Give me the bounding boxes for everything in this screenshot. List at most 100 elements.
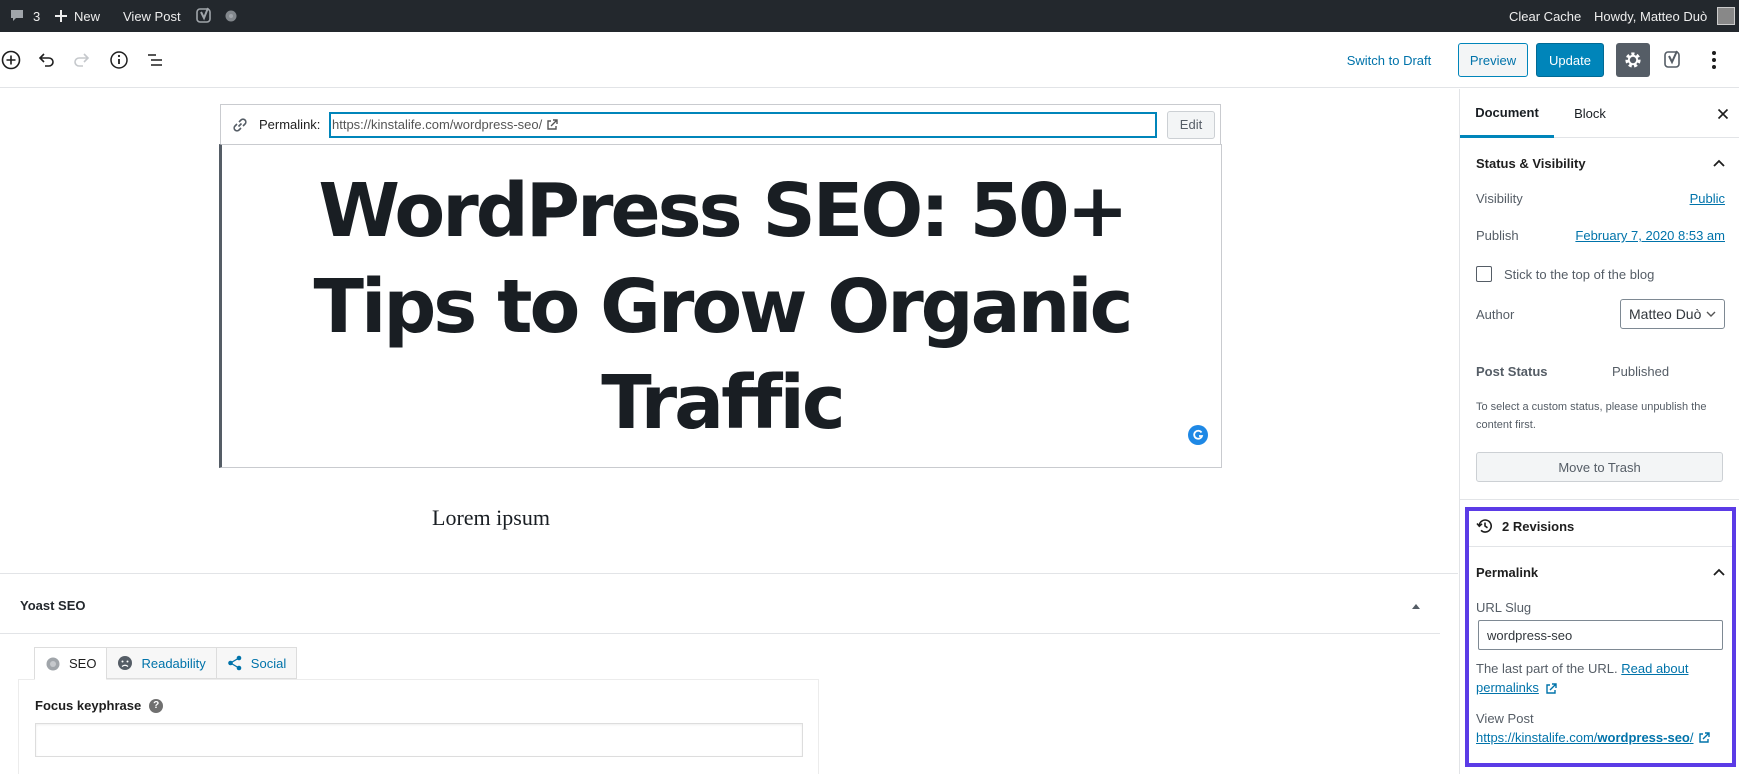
external-link-icon xyxy=(1546,682,1558,694)
new-menu[interactable]: New xyxy=(54,0,100,32)
block-navigation-icon[interactable] xyxy=(142,47,168,73)
settings-sidebar: Document Block Status & Visibility Visib… xyxy=(1459,89,1739,774)
account-menu[interactable]: Howdy, Matteo Duò xyxy=(1594,0,1736,32)
permalink-bar: Permalink: https://kinstalife.com/wordpr… xyxy=(220,104,1221,144)
url-slug-value: wordpress-seo xyxy=(1487,627,1573,643)
permalink-heading: Permalink xyxy=(1476,564,1539,580)
view-post-url-prefix: https://kinstalife.com/ xyxy=(1476,730,1598,745)
switch-to-draft-button[interactable]: Switch to Draft xyxy=(1339,46,1439,74)
help-icon[interactable]: ? xyxy=(149,698,164,713)
read-about-link[interactable]: Read about xyxy=(1621,661,1688,676)
seo-score-icon xyxy=(224,0,238,32)
link-icon xyxy=(221,116,259,134)
comments-count: 3 xyxy=(33,8,41,24)
status-visibility-heading: Status & Visibility xyxy=(1476,155,1586,171)
author-select[interactable]: Matteo Duò xyxy=(1620,299,1725,329)
grammarly-icon[interactable] xyxy=(1188,425,1208,445)
view-post-label: View Post xyxy=(1476,711,1534,726)
tab-seo[interactable]: SEO xyxy=(34,647,108,680)
permalink-url-field[interactable]: https://kinstalife.com/wordpress-seo/ xyxy=(329,111,1157,138)
post-title[interactable]: WordPress SEO: 50+ Tips to Grow Organic … xyxy=(252,163,1192,451)
tab-readability-label: Readability xyxy=(141,655,206,671)
redo-icon[interactable] xyxy=(69,47,95,73)
author-select-value: Matteo Duò xyxy=(1629,306,1702,322)
view-post-url-slug: wordpress-seo xyxy=(1597,730,1690,745)
permalink-panel-header[interactable]: Permalink xyxy=(1476,562,1725,582)
post-status-value: Published xyxy=(1612,364,1670,379)
plus-icon xyxy=(55,10,67,22)
view-post-link[interactable]: https://kinstalife.com/wordpress-seo/ xyxy=(1476,730,1725,745)
view-post-url[interactable]: https://kinstalife.com/wordpress-seo/ xyxy=(1476,730,1694,745)
add-block-icon[interactable] xyxy=(0,47,24,73)
section-divider xyxy=(1460,499,1739,500)
status-visibility-header[interactable]: Status & Visibility xyxy=(1476,153,1725,173)
more-tools-button[interactable] xyxy=(1697,43,1731,77)
share-icon xyxy=(227,655,242,671)
author-row: Author Matteo Duò xyxy=(1476,299,1725,329)
publish-row: Publish February 7, 2020 8:53 am xyxy=(1476,228,1725,243)
focus-keyphrase-label: Focus keyphrase xyxy=(35,698,142,713)
undo-icon[interactable] xyxy=(33,47,59,73)
yoast-sidebar-button[interactable] xyxy=(1656,43,1690,77)
chevron-down-icon xyxy=(1706,311,1716,317)
tab-block[interactable]: Block xyxy=(1554,89,1626,138)
post-status-row: Post Status Published xyxy=(1476,364,1725,379)
yoast-panel-header[interactable]: Yoast SEO xyxy=(0,574,1440,634)
comment-icon xyxy=(11,10,23,21)
sidebar-tabs: Document Block xyxy=(1460,89,1739,138)
paragraph-block[interactable]: Lorem ipsum xyxy=(432,505,550,531)
permalink-help: The last part of the URL. Read about per… xyxy=(1476,659,1725,697)
info-icon[interactable] xyxy=(106,47,132,73)
url-slug-label: URL Slug xyxy=(1476,600,1532,615)
move-to-trash-button[interactable]: Move to Trash xyxy=(1476,452,1723,482)
new-label: New xyxy=(74,8,101,24)
more-vertical-icon xyxy=(1712,51,1716,69)
publish-date-link[interactable]: February 7, 2020 8:53 am xyxy=(1575,228,1725,243)
gear-icon xyxy=(1625,52,1641,68)
permalinks-link[interactable]: permalinks xyxy=(1476,680,1539,695)
close-icon[interactable] xyxy=(1717,108,1729,120)
status-note: To select a custom status, please unpubl… xyxy=(1476,401,1707,431)
sticky-checkbox[interactable] xyxy=(1476,266,1492,282)
sticky-label: Stick to the top of the blog xyxy=(1504,266,1655,282)
permalink-help-text: The last part of the URL. xyxy=(1476,661,1618,676)
post-status-label: Post Status xyxy=(1476,364,1548,379)
update-button[interactable]: Update xyxy=(1536,43,1604,77)
visibility-link[interactable]: Public xyxy=(1690,191,1725,206)
preview-button[interactable]: Preview xyxy=(1458,43,1528,77)
yoast-adminbar-icon[interactable] xyxy=(195,0,215,32)
publish-label: Publish xyxy=(1476,228,1519,243)
post-title-block[interactable]: WordPress SEO: 50+ Tips to Grow Organic … xyxy=(219,144,1222,468)
chevron-up-icon xyxy=(1713,159,1725,167)
url-slug-input[interactable]: wordpress-seo xyxy=(1478,620,1723,650)
revisions-divider xyxy=(1469,546,1732,547)
view-post-link[interactable]: View Post xyxy=(123,0,181,32)
tab-readability[interactable]: Readability xyxy=(107,647,217,679)
editor-canvas: Permalink: https://kinstalife.com/wordpr… xyxy=(0,89,1458,774)
collapse-arrow-icon[interactable] xyxy=(1411,602,1421,610)
settings-button[interactable] xyxy=(1616,43,1650,77)
permalink-label: Permalink: xyxy=(259,117,321,132)
tab-document[interactable]: Document xyxy=(1460,89,1554,138)
yoast-panel: Yoast SEO SEO Readability Social Focus k… xyxy=(0,573,1458,774)
permalink-edit-button[interactable]: Edit xyxy=(1167,110,1215,139)
visibility-label: Visibility xyxy=(1476,191,1523,206)
history-icon xyxy=(1476,519,1492,533)
yoast-seo-tab-panel: Focus keyphrase ? xyxy=(18,679,819,774)
focus-keyphrase-input[interactable] xyxy=(35,723,803,757)
editor-toolbar: Switch to Draft Preview Update xyxy=(0,32,1739,88)
avatar xyxy=(1717,7,1736,25)
visibility-row: Visibility Public xyxy=(1476,191,1725,206)
tab-social[interactable]: Social xyxy=(216,647,298,679)
permalink-url[interactable]: https://kinstalife.com/wordpress-seo/ xyxy=(332,117,542,132)
external-link-icon xyxy=(547,118,558,130)
chevron-up-icon xyxy=(1713,568,1725,576)
yoast-panel-title: Yoast SEO xyxy=(20,598,86,613)
comments-menu[interactable]: 3 xyxy=(9,0,40,32)
clear-cache-link[interactable]: Clear Cache xyxy=(1509,0,1581,32)
revisions-link[interactable]: 2 Revisions xyxy=(1476,515,1725,537)
revisions-label: 2 Revisions xyxy=(1502,518,1575,534)
focus-keyphrase-row: Focus keyphrase ? xyxy=(35,698,164,713)
admin-bar: 3 New View Post Clear Cache Howdy, Matte… xyxy=(0,0,1739,32)
author-label: Author xyxy=(1476,306,1515,322)
